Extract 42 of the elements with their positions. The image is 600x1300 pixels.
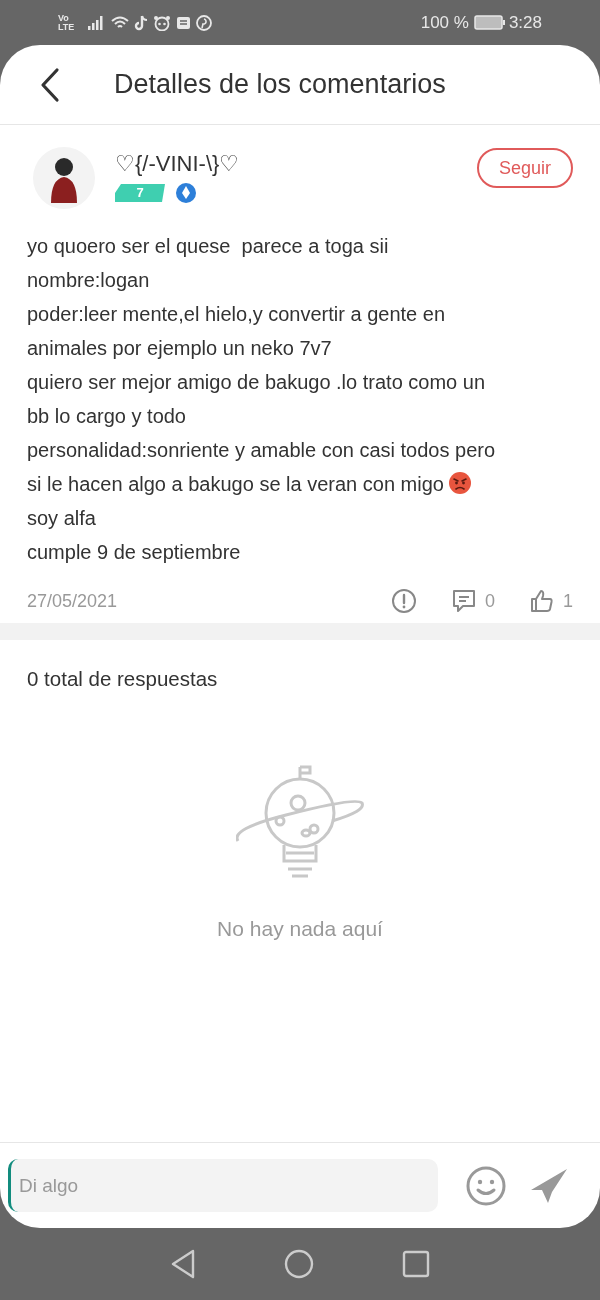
signal-icon: [88, 15, 106, 30]
battery-percent: 100 %: [420, 11, 469, 34]
comment-text: cumple 9 de septiembre: [27, 541, 241, 563]
comment-text: soy alfa: [27, 507, 96, 529]
level-badge: 7: [115, 184, 165, 202]
pin-logo-icon: [196, 14, 212, 31]
follow-button[interactable]: Seguir: [477, 148, 573, 188]
diamond-badge-icon: [175, 182, 197, 204]
battery-icon: [473, 15, 506, 30]
nav-home-icon[interactable]: [284, 1249, 314, 1279]
comment-text: quiero ser mejor amigo de bakugo .lo trato como un: [27, 371, 486, 393]
nav-recents-icon[interactable]: [402, 1250, 430, 1278]
page-title: Detalles de los comentarios: [114, 68, 446, 102]
comment-text: yo quoero ser el quese parece a toga sii: [27, 235, 389, 257]
report-icon[interactable]: [390, 588, 417, 614]
message-icon: [176, 15, 191, 30]
comment-icon[interactable]: [450, 588, 477, 614]
comment-text: personalidad:sonriente y amable con casi todos pero: [27, 439, 496, 461]
username[interactable]: ♡{/-VINI-\}♡: [115, 151, 240, 177]
reply-count: 0: [484, 589, 495, 613]
chevron-left-icon: [39, 66, 61, 103]
network-type: Vo LTE: [58, 13, 74, 32]
replies-count: 0 total de respuestas: [27, 667, 218, 690]
comment-input[interactable]: Di algo: [8, 1159, 438, 1212]
avatar: [33, 147, 95, 209]
like-count: 1: [563, 589, 573, 613]
comment-text: animales por ejemplo un neko 7v7: [27, 337, 332, 359]
wifi-icon: [110, 15, 130, 30]
angry-face-icon: [447, 471, 472, 495]
comment-text: bb lo cargo y todo: [27, 405, 186, 427]
comment-text: poder:leer mente,el hielo,y convertir a gente en: [27, 303, 446, 325]
emoji-icon[interactable]: [466, 1165, 506, 1206]
music-note-icon: [134, 14, 148, 31]
bear-face-icon: [153, 14, 171, 31]
empty-message: No hay nada aquí: [217, 915, 383, 942]
nav-back-icon[interactable]: [170, 1249, 196, 1279]
clock: 3:28: [508, 11, 542, 34]
comment-date: 27/05/2021: [27, 589, 118, 613]
send-icon[interactable]: [530, 1167, 568, 1204]
comment-text: nombre:logan: [27, 269, 150, 291]
thumbs-up-icon[interactable]: [529, 588, 555, 614]
comment-text: si le hacen algo a bakugo se la veran con migo: [27, 473, 444, 495]
